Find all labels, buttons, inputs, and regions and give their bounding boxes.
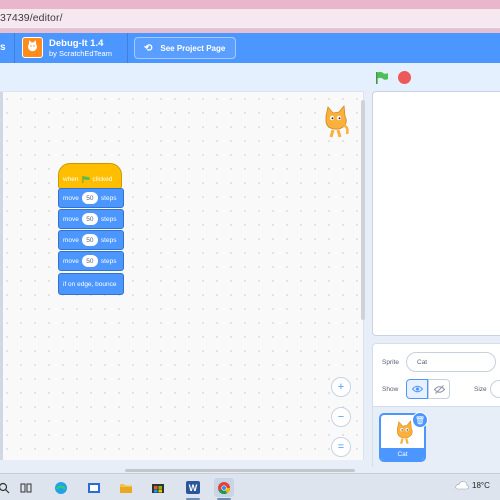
link-icon: ⟲ xyxy=(144,42,153,54)
temperature-text: 18°C xyxy=(472,480,490,490)
stage-header xyxy=(0,63,500,91)
stage-canvas[interactable] xyxy=(372,91,500,336)
reset-zoom-icon[interactable]: = xyxy=(331,437,351,457)
cat-sprite-icon xyxy=(325,105,349,138)
stop-icon[interactable] xyxy=(398,71,411,84)
when-flag-clicked-block[interactable]: when clicked xyxy=(58,163,122,189)
block-label: move xyxy=(63,236,79,244)
block-unit: steps xyxy=(100,215,117,223)
sprite-list: Cat xyxy=(372,407,500,467)
block-unit: steps xyxy=(100,236,117,244)
move-steps-block[interactable]: move 50 steps xyxy=(58,188,124,208)
hat-clicked-label: clicked xyxy=(92,176,113,183)
steps-input[interactable]: 50 xyxy=(81,234,98,246)
move-steps-block[interactable]: move 50 steps xyxy=(58,251,124,271)
show-label: Show xyxy=(382,386,399,393)
chrome-icon[interactable] xyxy=(214,478,234,500)
code-workspace[interactable]: when clicked move 50 steps move 50 steps… xyxy=(0,91,364,460)
menu-divider xyxy=(14,33,15,63)
task-view-icon[interactable] xyxy=(16,478,36,497)
cat-icon xyxy=(28,40,37,52)
trash-icon[interactable]: 🗑 xyxy=(412,412,428,428)
sprite-tile-name: Cat xyxy=(381,448,424,460)
block-label: if on edge, bounce xyxy=(63,280,117,288)
sprite-name-input[interactable]: Cat xyxy=(406,352,496,372)
url-text[interactable]: 37439/editor/ xyxy=(0,12,63,24)
if-on-edge-bounce-block[interactable]: if on edge, bounce xyxy=(58,273,124,295)
project-author[interactable]: by ScratchEdTeam xyxy=(49,49,112,58)
sprite-label: Sprite xyxy=(382,359,399,366)
sprite-info-pane: Sprite Cat Show Size xyxy=(372,343,500,407)
edge-icon[interactable] xyxy=(51,478,71,497)
zoom-in-icon[interactable]: + xyxy=(331,377,351,397)
block-label: move xyxy=(63,194,79,202)
windows-security-icon[interactable] xyxy=(84,478,104,497)
green-flag-icon[interactable] xyxy=(375,71,389,85)
eye-hidden-icon xyxy=(433,384,445,394)
show-hidden-button[interactable] xyxy=(428,379,450,399)
move-steps-block[interactable]: move 50 steps xyxy=(58,209,124,229)
menu-tutorials-partial[interactable]: s xyxy=(0,42,6,53)
see-project-page-button[interactable]: ⟲ See Project Page xyxy=(134,37,236,59)
scratch-menubar: s Debug-It 1.4 by ScratchEdTeam ⟲ See Pr… xyxy=(0,33,500,63)
menu-divider xyxy=(127,33,128,63)
search-icon[interactable] xyxy=(0,478,14,497)
zoom-out-icon[interactable]: − xyxy=(331,407,351,427)
steps-input[interactable]: 50 xyxy=(81,213,98,225)
steps-input[interactable]: 50 xyxy=(81,192,98,204)
steps-input[interactable]: 50 xyxy=(81,255,98,267)
windows-taskbar: W 18°C xyxy=(0,473,500,500)
green-flag-icon xyxy=(82,176,90,183)
project-thumbnail xyxy=(22,37,43,58)
block-unit: steps xyxy=(100,194,117,202)
hat-when-label: when xyxy=(63,176,79,183)
microsoft-store-icon[interactable] xyxy=(148,478,168,497)
size-input[interactable] xyxy=(490,380,500,398)
file-explorer-icon[interactable] xyxy=(116,478,136,497)
cloud-icon xyxy=(455,481,469,490)
show-visible-button[interactable] xyxy=(406,379,428,399)
horizontal-scrollbar[interactable] xyxy=(125,469,355,472)
block-label: move xyxy=(63,257,79,265)
eye-icon xyxy=(411,385,423,393)
address-bar[interactable]: 37439/editor/ xyxy=(0,9,500,29)
block-label: move xyxy=(63,215,79,223)
block-unit: steps xyxy=(100,257,117,265)
weather-widget[interactable]: 18°C xyxy=(455,480,490,490)
vertical-scrollbar[interactable] xyxy=(361,100,365,320)
word-icon[interactable]: W xyxy=(183,478,203,500)
see-project-page-label: See Project Page xyxy=(160,43,226,53)
svg-text:W: W xyxy=(189,483,198,493)
size-label: Size xyxy=(474,386,487,393)
move-steps-block[interactable]: move 50 steps xyxy=(58,230,124,250)
browser-tab-strip xyxy=(0,0,500,9)
project-title[interactable]: Debug-It 1.4 xyxy=(49,38,103,49)
